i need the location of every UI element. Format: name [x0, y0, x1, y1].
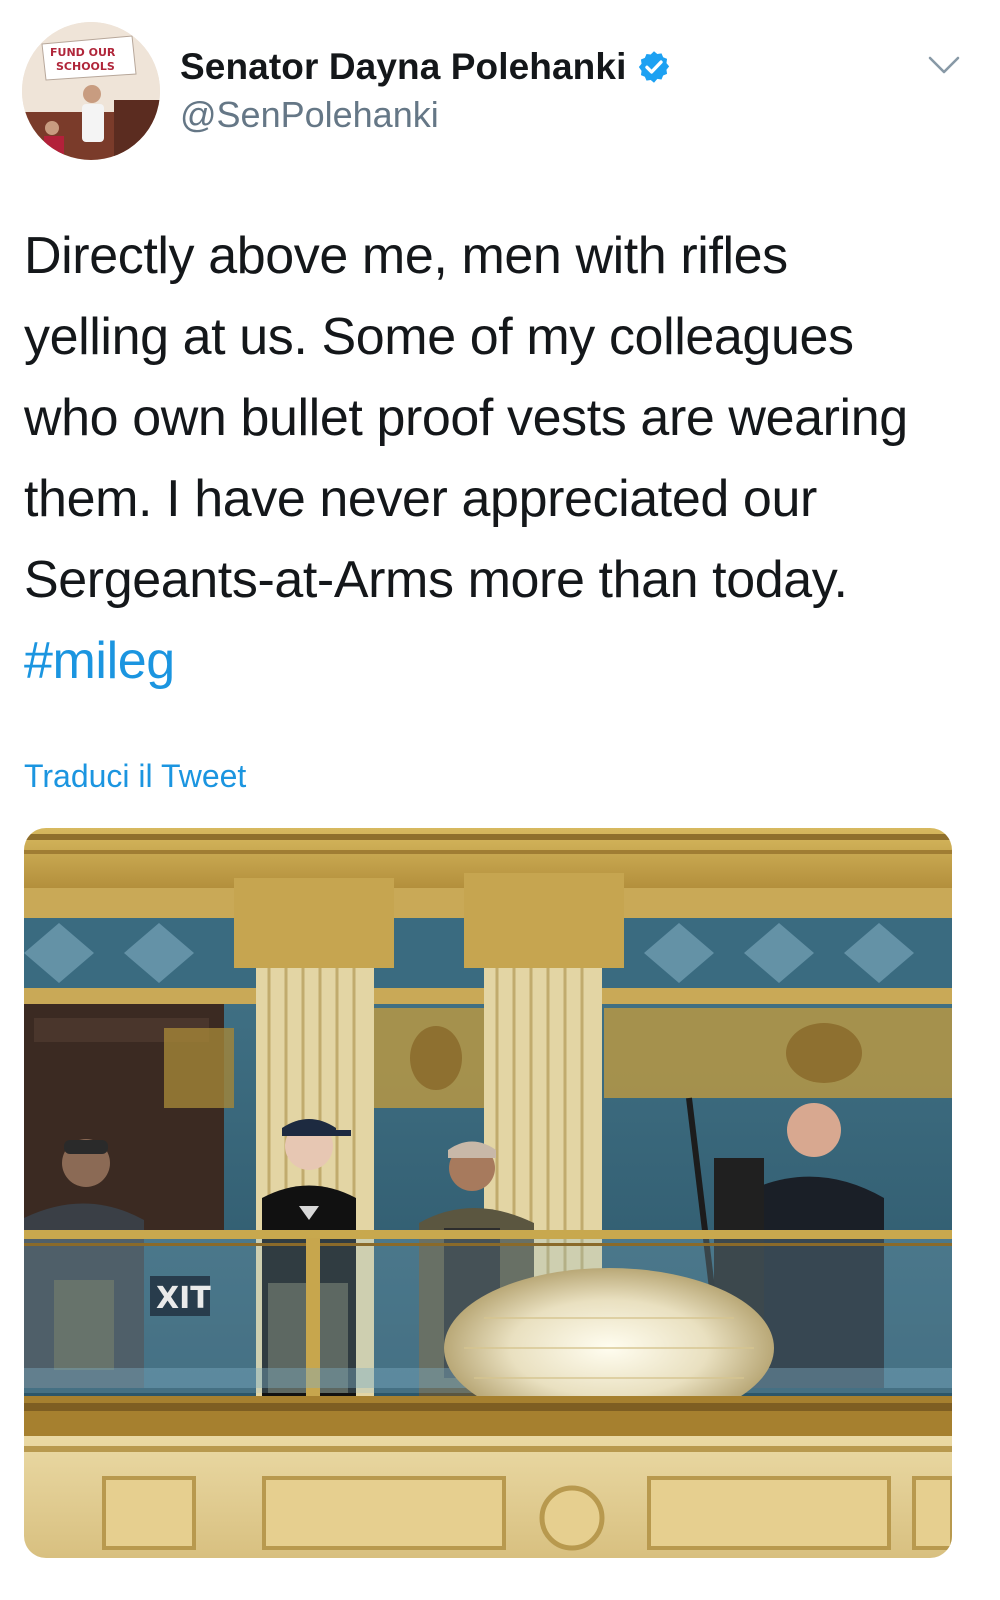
- tweet-card: FUND OUR SCHOOLS Senator Dayna Polehanki…: [0, 0, 1000, 1600]
- verified-badge-icon: [636, 49, 672, 85]
- name-row: Senator Dayna Polehanki: [180, 42, 672, 92]
- display-name[interactable]: Senator Dayna Polehanki: [180, 46, 626, 88]
- avatar-image: FUND OUR SCHOOLS: [22, 22, 160, 160]
- svg-text:SCHOOLS: SCHOOLS: [56, 60, 115, 73]
- avatar-sign-text: FUND OUR: [50, 46, 116, 59]
- gallery-photo: XIT: [24, 828, 952, 1558]
- tweet-body: Directly above me, men with rifles yelli…: [24, 227, 908, 609]
- tweet-photo[interactable]: XIT: [24, 828, 952, 1558]
- author-info[interactable]: Senator Dayna Polehanki @SenPolehanki: [180, 42, 672, 136]
- translate-tweet-link[interactable]: Traduci il Tweet: [24, 758, 246, 795]
- hashtag-link[interactable]: #mileg: [24, 632, 175, 690]
- avatar[interactable]: FUND OUR SCHOOLS: [22, 22, 160, 160]
- exit-sign-text: XIT: [156, 1281, 211, 1316]
- handle[interactable]: @SenPolehanki: [180, 94, 672, 136]
- tweet-text: Directly above me, men with rifles yelli…: [24, 216, 924, 702]
- chevron-down-icon[interactable]: [926, 50, 962, 80]
